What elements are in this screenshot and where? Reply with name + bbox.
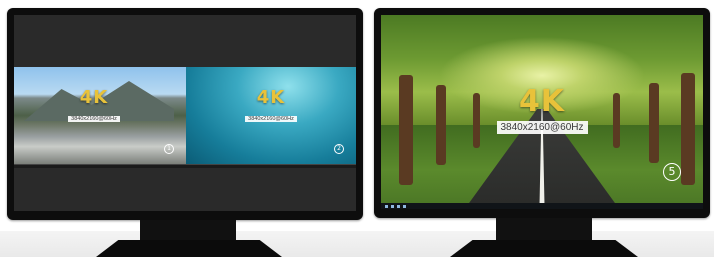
taskbar-icon xyxy=(391,205,394,208)
pane-mountain-lake: 4K 3840x2160@60Hz 1 xyxy=(14,67,186,164)
pane-2-badge-resolution: 3840x2160@60Hz xyxy=(245,116,297,123)
screen-5-badge-resolution: 3840x2160@60Hz xyxy=(496,121,588,134)
right-taskbar xyxy=(381,203,703,209)
right-monitor-base xyxy=(450,240,638,257)
pane-2-badge-title: 4K xyxy=(256,87,286,108)
taskbar-icon xyxy=(403,205,406,208)
pane-2-badge: 4K 3840x2160@60Hz xyxy=(186,89,356,125)
pane-1-badge-title: 4K xyxy=(79,87,109,108)
circled-number-icon: 1 xyxy=(164,144,174,154)
left-monitor-screen: 4K 3840x2160@60Hz 1 4K 3840x2160@60Hz 2 xyxy=(14,15,356,211)
left-taskbar xyxy=(14,164,356,168)
pane-1-badge: 4K 3840x2160@60Hz xyxy=(14,89,180,125)
pane-1-badge-resolution: 3840x2160@60Hz xyxy=(68,116,120,123)
circled-number-icon: 2 xyxy=(334,144,344,154)
screen-5-badge-title: 4K xyxy=(518,84,566,119)
right-monitor-screen: 4K 3840x2160@60Hz 5 xyxy=(381,15,703,209)
taskbar-icon xyxy=(397,205,400,208)
dual-monitor-scene: 4K 3840x2160@60Hz 1 4K 3840x2160@60Hz 2 xyxy=(0,0,714,257)
circled-number-icon: 5 xyxy=(663,163,681,181)
pane-ocean-swimmer: 4K 3840x2160@60Hz 2 xyxy=(186,67,356,164)
taskbar-icon xyxy=(385,205,388,208)
screen-5-badge: 4K 3840x2160@60Hz xyxy=(381,87,703,135)
left-monitor-base xyxy=(96,240,282,257)
